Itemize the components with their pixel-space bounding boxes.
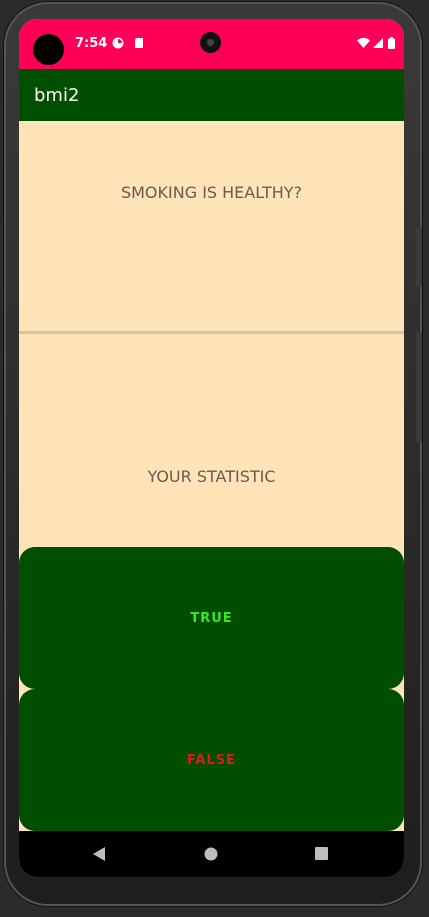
- true-button-label: TRUE: [190, 610, 233, 626]
- app-title: bmi2: [34, 85, 80, 106]
- home-circle-icon[interactable]: [204, 847, 218, 861]
- false-button[interactable]: FALSE: [19, 689, 404, 831]
- wifi-icon: [357, 37, 370, 48]
- back-triangle-icon[interactable]: [92, 846, 106, 862]
- statistic-text: YOUR STATISTIC: [147, 466, 276, 486]
- cell-signal-icon: [373, 38, 383, 48]
- question-panel: SMOKING IS HEALTHY?: [19, 121, 404, 263]
- question-text: SMOKING IS HEALTHY?: [120, 182, 303, 202]
- recents-square-icon[interactable]: [315, 847, 328, 860]
- false-button-label: FALSE: [187, 752, 236, 768]
- volume-button: [416, 227, 422, 287]
- app-bar: bmi2: [19, 69, 404, 121]
- camera-lens-icon: [200, 32, 221, 53]
- battery-icon: [388, 37, 395, 49]
- status-time: 7:54: [75, 36, 108, 51]
- statistic-panel: YOUR STATISTIC: [19, 405, 404, 547]
- true-button[interactable]: TRUE: [19, 547, 404, 689]
- data-saver-icon: [112, 37, 124, 49]
- divider: [19, 331, 404, 334]
- status-bar: 7:54: [19, 19, 404, 69]
- phone-screen: 7:54 bmi2 SMOKING IS HEALTHY? YOUR STATI…: [19, 19, 404, 877]
- sd-card-icon: [135, 38, 143, 48]
- navigation-bar: [19, 831, 404, 877]
- front-camera-cutout: [33, 34, 64, 65]
- power-button: [416, 332, 422, 442]
